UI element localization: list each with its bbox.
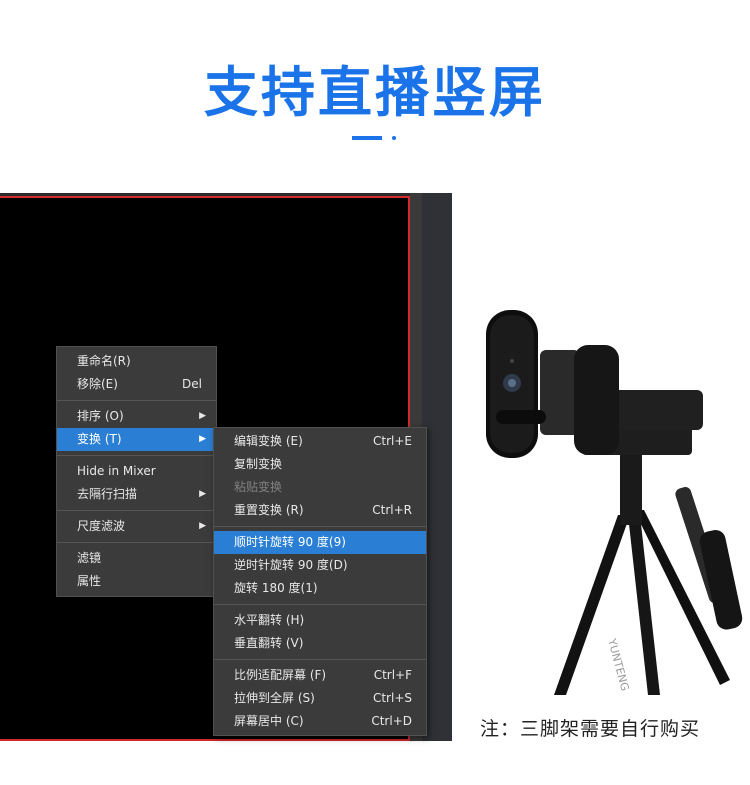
shortcut-label: Ctrl+D	[371, 714, 412, 728]
chevron-right-icon: ▶	[199, 434, 206, 444]
submenu-item-rotate-cw[interactable]: 顺时针旋转 90 度(9)	[214, 531, 426, 554]
transform-submenu: 编辑变换 (E) Ctrl+E 复制变换 粘贴变换 重置变换 (R) Ctrl+R …	[213, 427, 427, 736]
menu-item-filters[interactable]: 滤镜	[57, 547, 216, 570]
menu-item-rename[interactable]: 重命名(R)	[57, 350, 216, 373]
title-underline	[352, 136, 382, 140]
menu-item-properties[interactable]: 属性	[57, 570, 216, 593]
chevron-right-icon: ▶	[199, 489, 206, 499]
menu-item-hide-in-mixer[interactable]: Hide in Mixer	[57, 460, 216, 483]
menu-separator	[57, 455, 216, 456]
submenu-item-copy-transform[interactable]: 复制变换	[214, 453, 426, 476]
chevron-right-icon: ▶	[199, 521, 206, 531]
menu-separator	[214, 659, 426, 660]
shortcut-label: Ctrl+S	[372, 691, 412, 705]
shortcut-label: Ctrl+R	[372, 503, 412, 517]
caption-note: 注：三脚架需要自行购买	[480, 718, 701, 740]
context-menu: 重命名(R) 移除(E) Del 排序 (O) ▶ 变换 (T) ▶ Hide in …	[56, 346, 217, 597]
submenu-item-paste-transform: 粘贴变换	[234, 480, 283, 494]
product-photo: YUNTENG	[470, 185, 750, 700]
menu-item-deinterlace[interactable]: 去隔行扫描 ▶	[57, 483, 216, 506]
submenu-item-rotate-ccw[interactable]: 逆时针旋转 90 度(D)	[214, 554, 426, 577]
shortcut-label: Ctrl+F	[373, 668, 412, 682]
menu-separator	[214, 604, 426, 605]
submenu-item-edit-transform[interactable]: 编辑变换 (E) Ctrl+E	[214, 430, 426, 453]
submenu-item-flip-horizontal[interactable]: 水平翻转 (H)	[214, 609, 426, 632]
menu-item-transform[interactable]: 变换 (T) ▶	[57, 428, 216, 451]
submenu-item-center-screen[interactable]: 屏幕居中 (C) Ctrl+D	[214, 710, 426, 733]
menu-separator	[214, 526, 426, 527]
submenu-item-reset-transform[interactable]: 重置变换 (R) Ctrl+R	[214, 499, 426, 522]
chevron-right-icon: ▶	[199, 411, 206, 421]
menu-item-remove[interactable]: 移除(E) Del	[57, 373, 216, 396]
menu-separator	[57, 510, 216, 511]
webcam-on-tripod-image: YUNTENG	[486, 310, 743, 695]
shortcut-label: Ctrl+E	[373, 434, 412, 448]
title-dot	[392, 136, 396, 140]
menu-item-scale-filter[interactable]: 尺度滤波 ▶	[57, 515, 216, 538]
menu-separator	[57, 400, 216, 401]
shortcut-label: Del	[182, 377, 202, 391]
submenu-item-fit-screen[interactable]: 比例适配屏幕 (F) Ctrl+F	[214, 664, 426, 687]
submenu-item-stretch-full[interactable]: 拉伸到全屏 (S) Ctrl+S	[214, 687, 426, 710]
submenu-item-rotate-180[interactable]: 旋转 180 度(1)	[214, 577, 426, 600]
submenu-item-flip-vertical[interactable]: 垂直翻转 (V)	[214, 632, 426, 655]
menu-separator	[57, 542, 216, 543]
tripod-brand-text: YUNTENG	[605, 636, 632, 692]
menu-item-order[interactable]: 排序 (O) ▶	[57, 405, 216, 428]
page-title: 支持直播竖屏	[204, 61, 546, 124]
